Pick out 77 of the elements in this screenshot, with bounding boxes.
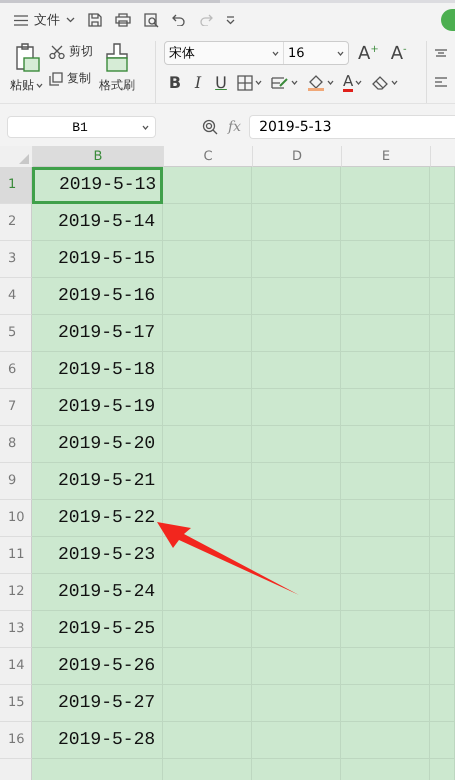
status-icon xyxy=(441,9,455,31)
eraser-icon[interactable] xyxy=(371,75,390,90)
customize-icon[interactable] xyxy=(226,16,235,24)
file-menu-button[interactable]: 文件 xyxy=(14,11,75,29)
column-header[interactable]: C xyxy=(164,146,253,167)
caret-icon[interactable] xyxy=(355,80,362,85)
borders-icon[interactable] xyxy=(237,74,253,90)
align-left-icon[interactable] xyxy=(435,77,447,87)
function-label[interactable]: fx xyxy=(228,119,242,135)
caret-icon[interactable] xyxy=(391,80,398,85)
row-header[interactable]: 7 xyxy=(0,389,32,426)
caret-icon[interactable] xyxy=(255,80,262,85)
table-cell: 2019-5-21 xyxy=(32,463,163,500)
paste-button[interactable]: 粘贴 xyxy=(10,41,43,103)
align-top-icon[interactable] xyxy=(435,49,447,57)
conditional-format-icon[interactable] xyxy=(271,74,289,90)
copy-button[interactable]: 复制 xyxy=(49,70,93,87)
table-cell: 2019-5-16 xyxy=(32,278,163,315)
font-color-button[interactable]: A xyxy=(343,74,354,92)
zoom-icon[interactable] xyxy=(202,119,218,135)
menu-icon[interactable] xyxy=(14,14,28,26)
table-cell: 2019-5-17 xyxy=(32,315,163,352)
italic-button[interactable]: I xyxy=(191,73,205,92)
table-cell: 2019-5-25 xyxy=(32,611,163,648)
row-header[interactable]: 15 xyxy=(0,685,32,722)
undo-icon[interactable] xyxy=(172,14,186,26)
column-header[interactable]: D xyxy=(253,146,342,167)
table-cell: 2019-5-20 xyxy=(32,426,163,463)
column-header[interactable]: B xyxy=(33,146,164,167)
row-header[interactable]: 2 xyxy=(0,204,32,241)
format-painter-button[interactable]: 格式刷 xyxy=(99,41,135,103)
print-preview-icon[interactable] xyxy=(144,12,159,28)
caret-icon[interactable] xyxy=(36,83,43,88)
shrink-font-button[interactable]: A$^{-}$ xyxy=(388,42,410,64)
scissors-icon[interactable] xyxy=(49,44,65,58)
table-cell: 2019-5-24 xyxy=(32,574,163,611)
row-header[interactable]: 12 xyxy=(0,574,32,611)
print-icon[interactable] xyxy=(115,13,131,27)
row-header[interactable]: 1 xyxy=(0,167,32,204)
caret-icon[interactable] xyxy=(291,80,298,85)
row-header[interactable]: 16 xyxy=(0,722,32,759)
copy-icon[interactable] xyxy=(49,72,63,86)
bold-button[interactable]: B xyxy=(168,73,182,92)
row-header[interactable]: 9 xyxy=(0,463,32,500)
table-cell: 2019-5-15 xyxy=(32,241,163,278)
table-cell xyxy=(430,167,455,204)
chevron-down-icon[interactable] xyxy=(66,17,75,23)
table-cell: 2019-5-23 xyxy=(32,537,163,574)
row-header[interactable]: 4 xyxy=(0,278,32,315)
cut-button[interactable]: 剪切 xyxy=(49,43,93,60)
caret-icon[interactable] xyxy=(327,80,334,85)
paint-brush-icon[interactable] xyxy=(104,43,130,73)
formula-field[interactable]: 2019-5-13 xyxy=(249,115,455,139)
column-header[interactable]: E xyxy=(342,146,431,167)
fill-bucket-icon[interactable] xyxy=(307,74,325,91)
table-cell: 2019-5-28 xyxy=(32,722,163,759)
row-header[interactable]: 11 xyxy=(0,537,32,574)
row-header[interactable]: 5 xyxy=(0,315,32,352)
row-header[interactable]: 8 xyxy=(0,426,32,463)
name-box[interactable]: B1 xyxy=(7,116,156,138)
table-cell: 2019-5-22 xyxy=(32,500,163,537)
row-header[interactable]: 6 xyxy=(0,352,32,389)
row-header[interactable]: 3 xyxy=(0,241,32,278)
save-icon[interactable] xyxy=(88,13,102,27)
clipboard-icon[interactable] xyxy=(14,43,40,73)
table-cell: 2019-5-27 xyxy=(32,685,163,722)
table-cell: 2019-5-26 xyxy=(32,648,163,685)
table-cell: 2019-5-13 xyxy=(32,167,163,204)
table-cell: 2019-5-14 xyxy=(32,204,163,241)
row-header[interactable]: 10 xyxy=(0,500,32,537)
row-header[interactable]: 13 xyxy=(0,611,32,648)
table-cell: 2019-5-18 xyxy=(32,352,163,389)
grow-font-button[interactable]: A$^{+}$ xyxy=(355,42,382,64)
table-cell: 2019-5-19 xyxy=(32,389,163,426)
underline-button[interactable]: U xyxy=(214,73,228,92)
row-header[interactable]: 14 xyxy=(0,648,32,685)
caret-icon[interactable] xyxy=(142,124,149,130)
